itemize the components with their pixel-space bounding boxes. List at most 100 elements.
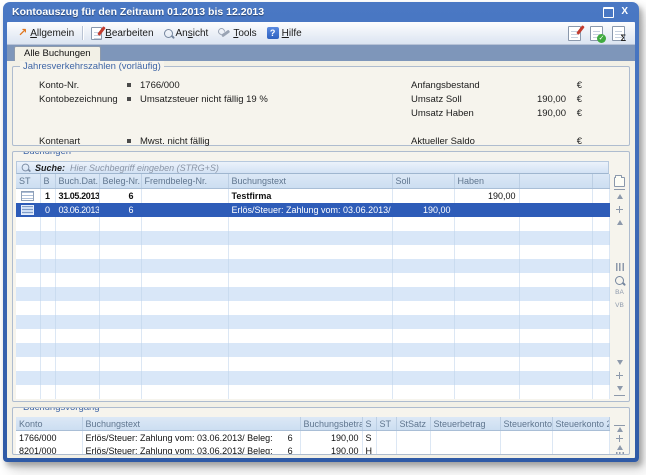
menu-label: Bearbeiten: [105, 28, 153, 39]
menu-tools[interactable]: Tools: [213, 25, 261, 41]
summary-row: Aktueller Saldo €: [411, 134, 582, 148]
empty-row[interactable]: [16, 329, 609, 343]
column-header[interactable]: S: [362, 417, 376, 431]
column-header[interactable]: Soll: [392, 174, 454, 189]
cell-st: [376, 431, 396, 445]
zoom-icon[interactable]: [614, 275, 625, 286]
table-row[interactable]: 1 31.05.2013 6 Testfirma 190,00: [16, 189, 609, 204]
vb-icon[interactable]: VB: [614, 301, 625, 312]
empty-row[interactable]: [16, 217, 609, 231]
column-header[interactable]: StSatz: [396, 417, 430, 431]
app-window: Kontoauszug für den Zeitraum 01.2013 bis…: [3, 2, 639, 462]
page-check-icon[interactable]: ✓: [590, 26, 603, 41]
scroll-first-icon[interactable]: [614, 425, 625, 432]
empty-row[interactable]: [16, 287, 609, 301]
column-header[interactable]: Konto: [16, 417, 82, 431]
scroll-down-icon[interactable]: [614, 357, 625, 368]
empty-row[interactable]: [16, 385, 609, 399]
column-header[interactable]: Steuerkonto 2: [552, 417, 609, 431]
empty-row[interactable]: [16, 315, 609, 329]
ba-icon[interactable]: BA: [614, 288, 625, 299]
tabstrip: Alle Buchungen: [7, 45, 635, 61]
search-bar[interactable]: Suche: Hier Suchbegriff eingeben (STRG+S…: [16, 161, 609, 174]
group-title: Buchungsvorgang: [20, 407, 103, 413]
tab-alle-buchungen[interactable]: Alle Buchungen: [14, 46, 101, 61]
cell-betrag: 190,00: [300, 444, 362, 455]
column-header[interactable]: Buchungstext: [82, 417, 300, 431]
empty-row[interactable]: [16, 357, 609, 371]
empty-row[interactable]: [16, 259, 609, 273]
cell-beleg: 6: [99, 203, 141, 217]
scroll-up-icon[interactable]: [614, 217, 625, 228]
field-label: Kontobezeichnung: [39, 94, 127, 105]
cell-soll: [392, 189, 454, 204]
cell-b: 1: [40, 189, 55, 204]
titlebar[interactable]: Kontoauszug für den Zeitraum 01.2013 bis…: [7, 2, 635, 22]
menu-bearbeiten[interactable]: Bearbeiten: [86, 25, 158, 42]
column-header[interactable]: Haben: [454, 174, 519, 189]
insert-row-icon[interactable]: [614, 204, 625, 215]
currency-label: €: [566, 136, 582, 147]
column-header[interactable]: [519, 174, 592, 189]
summary-row: Umsatz Soll 190,00 €: [411, 92, 582, 106]
columns-icon[interactable]: [614, 262, 625, 273]
column-header[interactable]: Steuerkonto 1: [500, 417, 552, 431]
page-sum-icon[interactable]: Σ: [612, 26, 625, 41]
summary-row: Kontobezeichnung Umsatzsteuer nicht fäll…: [39, 92, 411, 106]
field-value: 190,00: [502, 94, 566, 105]
scroll-first-icon[interactable]: [614, 189, 625, 202]
column-header[interactable]: Steuerbetrag: [430, 417, 500, 431]
column-header[interactable]: Fremdbeleg-Nr.: [141, 174, 228, 189]
empty-row[interactable]: [16, 245, 609, 259]
search-icon: [22, 164, 30, 172]
column-header[interactable]: Buchungsbetrag: [300, 417, 362, 431]
tab-page: Jahresverkehrszahlen (vorläufig) Konto-N…: [7, 61, 635, 458]
insert-row-icon[interactable]: [614, 434, 625, 443]
group-title: Buchungen: [20, 151, 74, 157]
cell-s: S: [362, 431, 376, 445]
bookings-group: Buchungen Suche: Hier Suchbegriff eingeb…: [12, 151, 630, 402]
menu-ansicht[interactable]: Ansicht: [159, 26, 214, 41]
empty-row[interactable]: [16, 301, 609, 315]
menu-hilfe[interactable]: ? Hilfe: [262, 25, 307, 41]
cell-date: 31.05.2013: [55, 189, 99, 204]
empty-row[interactable]: [16, 273, 609, 287]
scroll-up-icon[interactable]: [614, 445, 625, 450]
column-header[interactable]: B: [40, 174, 55, 189]
sigma-icon: Σ: [621, 34, 626, 43]
currency-label: €: [566, 80, 582, 91]
table-row[interactable]: 8201/000 Erlös/Steuer: Zahlung vom: 03.0…: [16, 444, 609, 455]
cell-st: [376, 444, 396, 455]
bookings-table: ST B Buch.Dat. Beleg-Nr. Fremdbeleg-Nr. …: [16, 174, 610, 399]
column-options-icon[interactable]: [614, 176, 625, 187]
cell-steuerkonto1: [500, 431, 552, 445]
column-header[interactable]: Buchungstext: [228, 174, 392, 189]
close-icon[interactable]: X: [621, 7, 628, 17]
cell-steuerkonto2: [552, 444, 609, 455]
restore-icon[interactable]: [603, 7, 614, 18]
field-label: Kontenart: [39, 136, 127, 147]
scroll-last-icon[interactable]: [614, 383, 625, 396]
column-header[interactable]: [592, 174, 609, 189]
table-row-selected[interactable]: 0 03.06.2013 6 Erlös/Steuer: Zahlung vom…: [16, 203, 609, 217]
column-header[interactable]: ST: [376, 417, 396, 431]
empty-row[interactable]: [16, 343, 609, 357]
cell-konto: 1766/000: [16, 431, 82, 445]
cell-date: 03.06.2013: [55, 203, 99, 217]
column-header[interactable]: Beleg-Nr.: [99, 174, 141, 189]
columns-icon[interactable]: [614, 452, 625, 455]
cell-text: Erlös/Steuer: Zahlung vom: 03.06.2013/ B…: [82, 431, 300, 445]
transaction-grid-rail: [613, 424, 626, 450]
column-header[interactable]: Buch.Dat.: [55, 174, 99, 189]
column-header[interactable]: ST: [16, 174, 40, 189]
empty-row[interactable]: [16, 231, 609, 245]
table-row[interactable]: 1766/000 Erlös/Steuer: Zahlung vom: 03.0…: [16, 431, 609, 445]
menu-label: Ansicht: [176, 28, 209, 39]
cell-b: 0: [40, 203, 55, 217]
report-pen-icon[interactable]: [568, 26, 581, 41]
empty-row[interactable]: [16, 371, 609, 385]
cell-beleg: 6: [99, 189, 141, 204]
append-row-icon[interactable]: [614, 370, 625, 381]
menu-allgemein[interactable]: ↗ Allgemein: [13, 26, 79, 41]
bullet-icon: [127, 83, 131, 87]
